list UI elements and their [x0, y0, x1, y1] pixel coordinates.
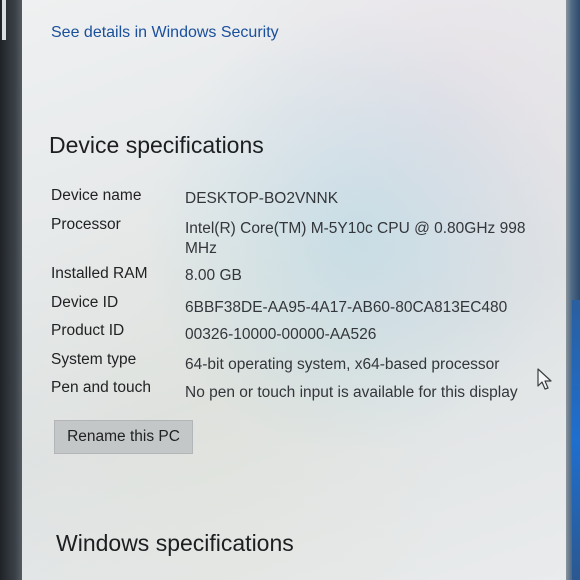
screen-glare	[22, 0, 566, 580]
about-settings-panel: See details in Windows Security Device s…	[22, 0, 566, 580]
desktop-background-strip	[572, 300, 580, 580]
windows-specifications-heading: Windows specifications	[56, 530, 294, 556]
device-id-label: Device ID	[51, 294, 119, 311]
processor-value-line2: MHz	[185, 240, 217, 257]
pen-and-touch-value: No pen or touch input is available for t…	[185, 384, 518, 401]
mouse-pointer-icon	[537, 368, 552, 390]
right-bezel	[566, 0, 580, 580]
processor-label: Processor	[51, 216, 121, 233]
processor-value: Intel(R) Core(TM) M-5Y10c CPU @ 0.80GHz …	[185, 220, 526, 237]
system-type-label: System type	[51, 351, 137, 368]
left-window-edge	[2, 0, 6, 40]
left-bezel	[0, 0, 22, 580]
pen-and-touch-label: Pen and touch	[51, 379, 151, 396]
device-specifications-heading: Device specifications	[49, 132, 264, 158]
rename-pc-button[interactable]: Rename this PC	[54, 420, 193, 454]
device-id-value: 6BBF38DE-AA95-4A17-AB60-80CA813EC480	[185, 299, 508, 316]
windows-security-link[interactable]: See details in Windows Security	[51, 24, 279, 42]
device-name-label: Device name	[51, 187, 142, 204]
product-id-label: Product ID	[51, 322, 125, 339]
photo-of-screen: See details in Windows Security Device s…	[0, 0, 580, 580]
device-name-value: DESKTOP-BO2VNNK	[185, 190, 339, 207]
system-type-value: 64-bit operating system, x64-based proce…	[185, 356, 500, 373]
installed-ram-value: 8.00 GB	[185, 267, 242, 284]
product-id-value: 00326-10000-00000-AA526	[185, 326, 377, 343]
installed-ram-label: Installed RAM	[51, 265, 148, 282]
